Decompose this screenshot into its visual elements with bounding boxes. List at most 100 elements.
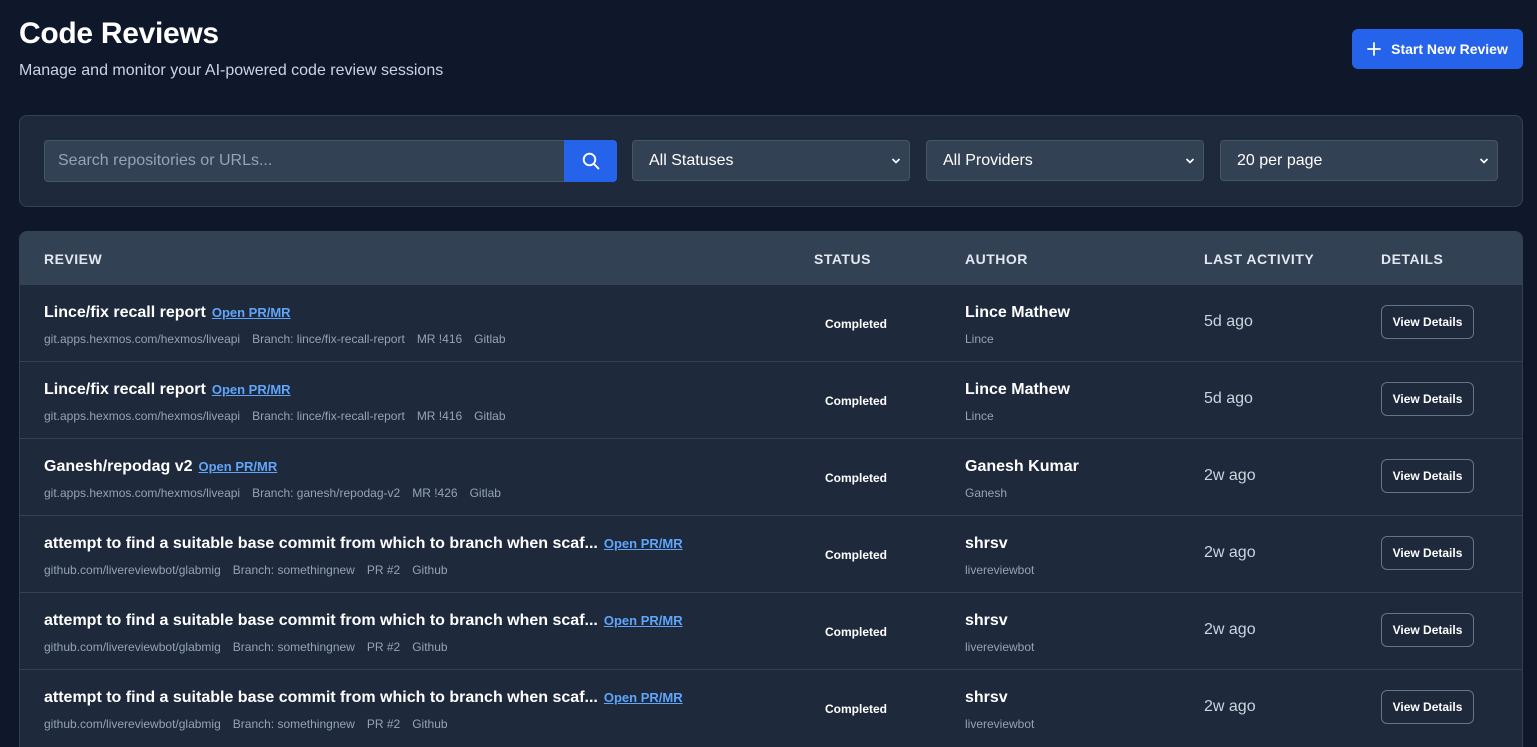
view-details-button[interactable]: View Details [1381, 536, 1474, 570]
column-header-status: STATUS [814, 251, 871, 267]
merge-request-ref: MR !416 [416, 332, 463, 346]
last-activity: 5d ago [1204, 313, 1253, 330]
table-row: Lince/fix recall report Open PR/MR git.app… [20, 361, 1522, 438]
table-row: Ganesh/repodag v2 Open PR/MR git.apps.hexm… [20, 438, 1522, 515]
review-meta: git.apps.hexmos.com/hexmos/liveapi Branch… [44, 486, 501, 500]
merge-request-ref: PR #2 [366, 563, 401, 577]
plus-icon [1367, 42, 1382, 56]
review-title-text: Lince/fix recall report [44, 381, 206, 398]
search-input[interactable] [44, 140, 565, 182]
column-header-details: DETAILS [1381, 251, 1444, 267]
repo-url: github.com/livereviewbot/glabmig [44, 717, 221, 731]
provider-filter-value: All Providers [943, 151, 1033, 169]
view-details-button[interactable]: View Details [1381, 613, 1474, 647]
branch-name: Branch: lince/fix-recall-report [252, 332, 405, 346]
repo-url: git.apps.hexmos.com/hexmos/liveapi [44, 332, 241, 346]
review-title: attempt to find a suitable base commit f… [44, 612, 683, 630]
review-meta: github.com/livereviewbot/glabmig Branch: … [44, 717, 448, 731]
provider-name: Gitlab [474, 409, 506, 423]
table-row: attempt to find a suitable base commit f… [20, 592, 1522, 669]
page-title: Code Reviews [19, 17, 219, 50]
column-header-review: REVIEW [44, 251, 103, 267]
column-header-author: AUTHOR [965, 251, 1028, 267]
status-badge: Completed [825, 471, 888, 485]
review-title: attempt to find a suitable base commit f… [44, 689, 683, 707]
table-row: attempt to find a suitable base commit f… [20, 515, 1522, 592]
branch-name: Branch: lince/fix-recall-report [252, 409, 405, 423]
merge-request-ref: MR !416 [416, 409, 463, 423]
open-pr-link[interactable]: Open PR/MR [212, 382, 291, 397]
table-header: REVIEW STATUS AUTHOR LAST ACTIVITY DETAI… [20, 232, 1522, 284]
author-name: Ganesh Kumar [965, 458, 1079, 475]
chevron-down-icon [891, 157, 901, 164]
last-activity: 2w ago [1204, 698, 1256, 715]
author-handle: livereviewbot [965, 717, 1035, 731]
branch-name: Branch: ganesh/repodag-v2 [252, 486, 401, 500]
author-name: shrsv [965, 689, 1008, 706]
author-handle: Lince [965, 409, 994, 423]
author-name: shrsv [965, 535, 1008, 552]
status-badge: Completed [825, 548, 888, 562]
last-activity: 2w ago [1204, 621, 1256, 638]
repo-url: github.com/livereviewbot/glabmig [44, 563, 221, 577]
table-row: Lince/fix recall report Open PR/MR git.app… [20, 284, 1522, 361]
table-row: attempt to find a suitable base commit f… [20, 669, 1522, 746]
provider-name: Gitlab [469, 486, 501, 500]
review-title-text: attempt to find a suitable base commit f… [44, 612, 598, 629]
status-badge: Completed [825, 625, 888, 639]
author-handle: livereviewbot [965, 640, 1035, 654]
chevron-down-icon [1479, 157, 1489, 164]
open-pr-link[interactable]: Open PR/MR [604, 613, 683, 628]
merge-request-ref: PR #2 [366, 717, 401, 731]
column-header-last-activity: LAST ACTIVITY [1204, 251, 1315, 267]
review-title-text: attempt to find a suitable base commit f… [44, 689, 598, 706]
status-badge: Completed [825, 702, 888, 716]
review-title: Lince/fix recall report Open PR/MR [44, 381, 291, 399]
last-activity: 5d ago [1204, 390, 1253, 407]
page-size-value: 20 per page [1237, 151, 1323, 169]
review-meta: github.com/livereviewbot/glabmig Branch: … [44, 563, 448, 577]
open-pr-link[interactable]: Open PR/MR [199, 459, 278, 474]
open-pr-link[interactable]: Open PR/MR [212, 305, 291, 320]
author-name: Lince Mathew [965, 304, 1070, 321]
branch-name: Branch: somethingnew [232, 717, 355, 731]
review-title: attempt to find a suitable base commit f… [44, 535, 683, 553]
filter-panel: All Statuses All Providers 20 per page [19, 115, 1523, 207]
view-details-button[interactable]: View Details [1381, 382, 1474, 416]
last-activity: 2w ago [1204, 544, 1256, 561]
chevron-down-icon [1185, 157, 1195, 164]
review-title-text: attempt to find a suitable base commit f… [44, 535, 598, 552]
open-pr-link[interactable]: Open PR/MR [604, 536, 683, 551]
view-details-button[interactable]: View Details [1381, 459, 1474, 493]
author-handle: Ganesh [965, 486, 1008, 500]
search-icon [582, 152, 599, 170]
status-filter-value: All Statuses [649, 151, 734, 169]
search-button[interactable] [564, 140, 617, 182]
page-size-select[interactable]: 20 per page [1220, 140, 1498, 181]
provider-name: Gitlab [474, 332, 506, 346]
review-meta: git.apps.hexmos.com/hexmos/liveapi Branch… [44, 409, 506, 423]
author-handle: Lince [965, 332, 994, 346]
branch-name: Branch: somethingnew [232, 640, 355, 654]
review-title-text: Ganesh/repodag v2 [44, 458, 193, 475]
last-activity: 2w ago [1204, 467, 1256, 484]
view-details-button[interactable]: View Details [1381, 690, 1474, 724]
status-filter-select[interactable]: All Statuses [632, 140, 910, 181]
author-handle: livereviewbot [965, 563, 1035, 577]
author-name: shrsv [965, 612, 1008, 629]
start-new-review-label: Start New Review [1391, 41, 1508, 57]
view-details-button[interactable]: View Details [1381, 305, 1474, 339]
review-title: Ganesh/repodag v2 Open PR/MR [44, 458, 277, 476]
review-title-text: Lince/fix recall report [44, 304, 206, 321]
branch-name: Branch: somethingnew [232, 563, 355, 577]
merge-request-ref: PR #2 [366, 640, 401, 654]
merge-request-ref: MR !426 [412, 486, 458, 500]
repo-url: git.apps.hexmos.com/hexmos/liveapi [44, 486, 241, 500]
provider-name: Github [412, 717, 448, 731]
author-name: Lince Mathew [965, 381, 1070, 398]
open-pr-link[interactable]: Open PR/MR [604, 690, 683, 705]
review-meta: git.apps.hexmos.com/hexmos/liveapi Branch… [44, 332, 506, 346]
provider-filter-select[interactable]: All Providers [926, 140, 1204, 181]
start-new-review-button[interactable]: Start New Review [1352, 29, 1523, 69]
status-badge: Completed [825, 317, 888, 331]
